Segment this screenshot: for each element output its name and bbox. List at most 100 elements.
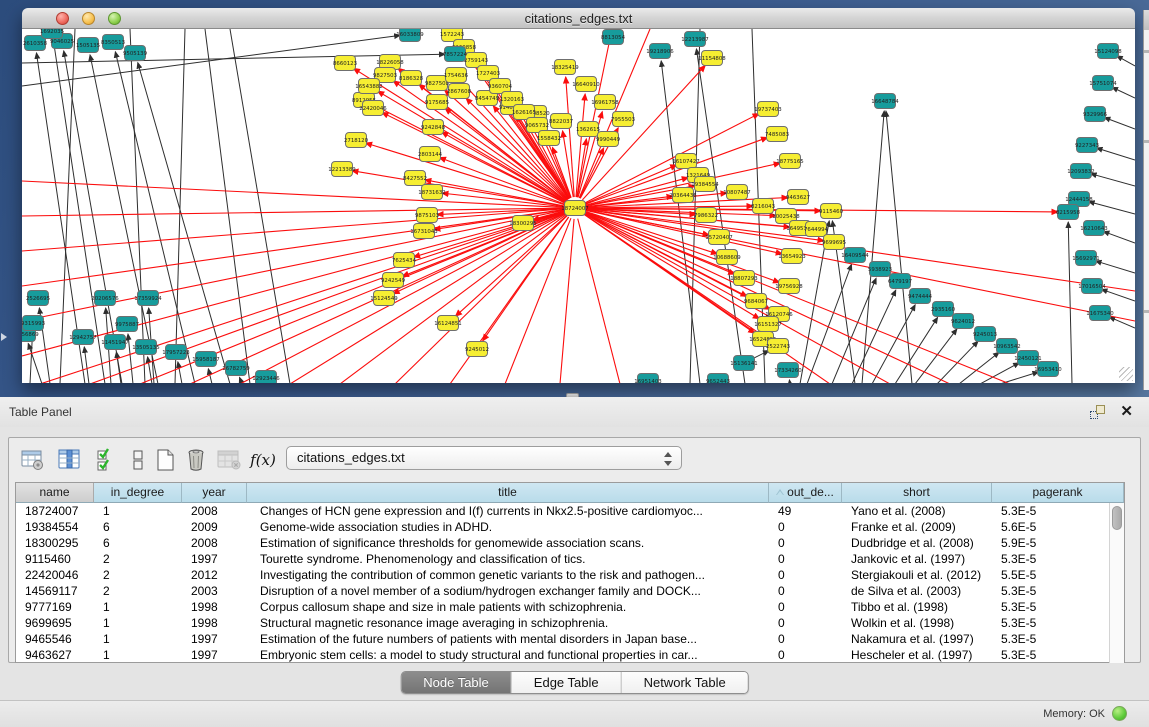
graph-edge[interactable] [1104, 118, 1135, 129]
graph-node[interactable]: 18775165 [776, 154, 803, 169]
graph-edge[interactable] [1096, 261, 1135, 273]
graph-edge[interactable] [1068, 222, 1072, 383]
graph-node[interactable]: 15958187 [192, 352, 219, 367]
graph-node[interactable]: 9684067 [744, 294, 768, 309]
graph-node[interactable]: 15124098 [1094, 44, 1122, 59]
graph-edge[interactable] [22, 210, 564, 286]
graph-node[interactable]: 2867608 [447, 84, 472, 99]
table-row[interactable]: 1830029562008Estimation of significance … [16, 535, 1124, 551]
graph-node[interactable]: 19218906 [646, 44, 674, 59]
graph-node[interactable]: 12093832 [1067, 164, 1094, 179]
graph-edge[interactable] [862, 111, 884, 383]
graph-node[interactable]: 9624012 [951, 314, 975, 329]
graph-node[interactable]: 2526695 [26, 291, 50, 306]
graph-edge[interactable] [915, 329, 957, 383]
graph-edge[interactable] [832, 278, 876, 383]
graph-edge[interactable] [1091, 174, 1135, 186]
graph-node[interactable]: 8660123 [333, 56, 357, 71]
column-header-out-de-[interactable]: out_de... [769, 483, 842, 503]
graph-node[interactable]: 16640910 [572, 77, 600, 92]
graph-node[interactable]: 2935160 [931, 302, 956, 317]
graph-node[interactable]: 10688609 [713, 250, 741, 265]
graph-node[interactable]: 9652443 [706, 374, 730, 384]
graph-node[interactable]: 5938923 [868, 262, 892, 277]
column-header-name[interactable]: name [16, 483, 94, 503]
graph-node[interactable]: 15136141 [730, 356, 757, 371]
graph-node[interactable]: 10963542 [993, 339, 1020, 354]
graph-edge[interactable] [1101, 289, 1135, 301]
graph-node[interactable]: 7955503 [611, 112, 635, 127]
graph-node[interactable]: 20206576 [91, 291, 119, 306]
graph-node[interactable]: 9975887 [115, 317, 139, 332]
graph-node[interactable]: 17334260 [774, 363, 802, 378]
graph-node[interactable]: 11675340 [1086, 306, 1114, 321]
graph-node[interactable]: 8350513 [101, 35, 125, 50]
panel-collapse-arrow-icon[interactable] [1, 333, 7, 341]
graph-edge[interactable] [240, 213, 565, 383]
table-row[interactable]: 1872400712008Changes of HCN gene express… [16, 503, 1124, 519]
graph-node[interactable]: 7857224 [443, 47, 468, 62]
graph-node-hub[interactable]: 18724007 [561, 201, 588, 216]
graph-node[interactable]: 11154808 [698, 51, 726, 66]
function-builder-icon[interactable]: f(x) [249, 446, 277, 474]
graph-edge[interactable] [560, 219, 574, 383]
graph-edge[interactable] [116, 352, 121, 383]
graph-node[interactable]: 9227343 [1075, 138, 1099, 153]
graph-node[interactable]: 16731043 [410, 224, 437, 239]
graph-node[interactable]: 9315993 [22, 316, 45, 331]
column-header-year[interactable]: year [182, 483, 247, 503]
graph-node[interactable]: 9242848 [421, 120, 446, 135]
table-row[interactable]: 946554611997Estimation of the future num… [16, 631, 1124, 647]
table-row[interactable]: 2242004622012Investigating the contribut… [16, 567, 1124, 583]
graph-edge[interactable] [1117, 56, 1135, 66]
graph-node[interactable]: 16107427 [672, 154, 699, 169]
table-row[interactable]: 1938455462009Genome-wide association stu… [16, 519, 1124, 535]
graph-node[interactable]: 8822037 [549, 114, 573, 129]
new-table-icon[interactable] [152, 446, 180, 474]
graph-node[interactable]: 8215958 [1056, 205, 1081, 220]
graph-node[interactable]: 16033809 [396, 29, 424, 42]
table-row[interactable]: 977716911998Corpus callosum shape and si… [16, 599, 1124, 615]
graph-node[interactable]: 7625434 [392, 253, 417, 268]
graph-node[interactable]: 13654923 [778, 249, 805, 264]
column-header-in-degree[interactable]: in_degree [94, 483, 182, 503]
graph-node[interactable]: 7485083 [765, 127, 789, 142]
graph-node[interactable]: 16951403 [634, 374, 661, 384]
graph-edge[interactable] [352, 171, 564, 207]
graph-node[interactable]: 8216043 [751, 199, 775, 214]
graph-node[interactable]: 16151327 [754, 317, 781, 332]
memory-status-indicator[interactable] [1112, 706, 1127, 721]
graph-node[interactable]: 9875103 [415, 208, 439, 223]
graph-edge[interactable] [1103, 231, 1135, 243]
graph-edge[interactable] [90, 55, 158, 383]
graph-node[interactable]: 9242549 [381, 273, 406, 288]
graph-edge[interactable] [22, 181, 564, 207]
graph-edge[interactable] [578, 219, 620, 383]
table-selector-dropdown[interactable]: citations_edges.txt [286, 446, 682, 470]
graph-node[interactable]: 12942757 [69, 330, 96, 345]
graph-edge[interactable] [178, 362, 182, 383]
graph-node[interactable]: 18807293 [730, 271, 757, 286]
column-chooser-icon[interactable] [56, 446, 84, 474]
graph-edge[interactable] [138, 63, 230, 383]
graph-node[interactable]: 1692035 [40, 29, 64, 39]
column-header-short[interactable]: short [842, 483, 992, 503]
graph-edge[interactable] [1112, 87, 1135, 98]
graph-node[interactable]: 20364436 [669, 188, 697, 203]
graph-node[interactable]: 17016504 [1078, 279, 1106, 294]
graph-edge[interactable] [240, 377, 242, 383]
graph-node[interactable]: 16543882 [355, 79, 382, 94]
graph-node[interactable]: 1362615 [576, 122, 600, 137]
graph-node[interactable]: 12213389 [328, 162, 356, 177]
graph-node[interactable]: 16124851 [434, 316, 461, 331]
graph-node[interactable]: 12213987 [681, 32, 708, 47]
graph-node[interactable]: 16782759 [222, 361, 250, 376]
graph-node[interactable]: 1505135 [76, 38, 100, 53]
table-settings-icon[interactable] [19, 446, 47, 474]
graph-node[interactable]: 9175685 [425, 95, 449, 110]
graph-node[interactable]: 19737403 [754, 102, 781, 117]
graph-edge[interactable] [290, 214, 566, 383]
graph-node[interactable]: 10807487 [723, 185, 750, 200]
table-row[interactable]: 969969511998Structural magnetic resonanc… [16, 615, 1124, 631]
graph-node[interactable]: 8186328 [399, 71, 424, 86]
